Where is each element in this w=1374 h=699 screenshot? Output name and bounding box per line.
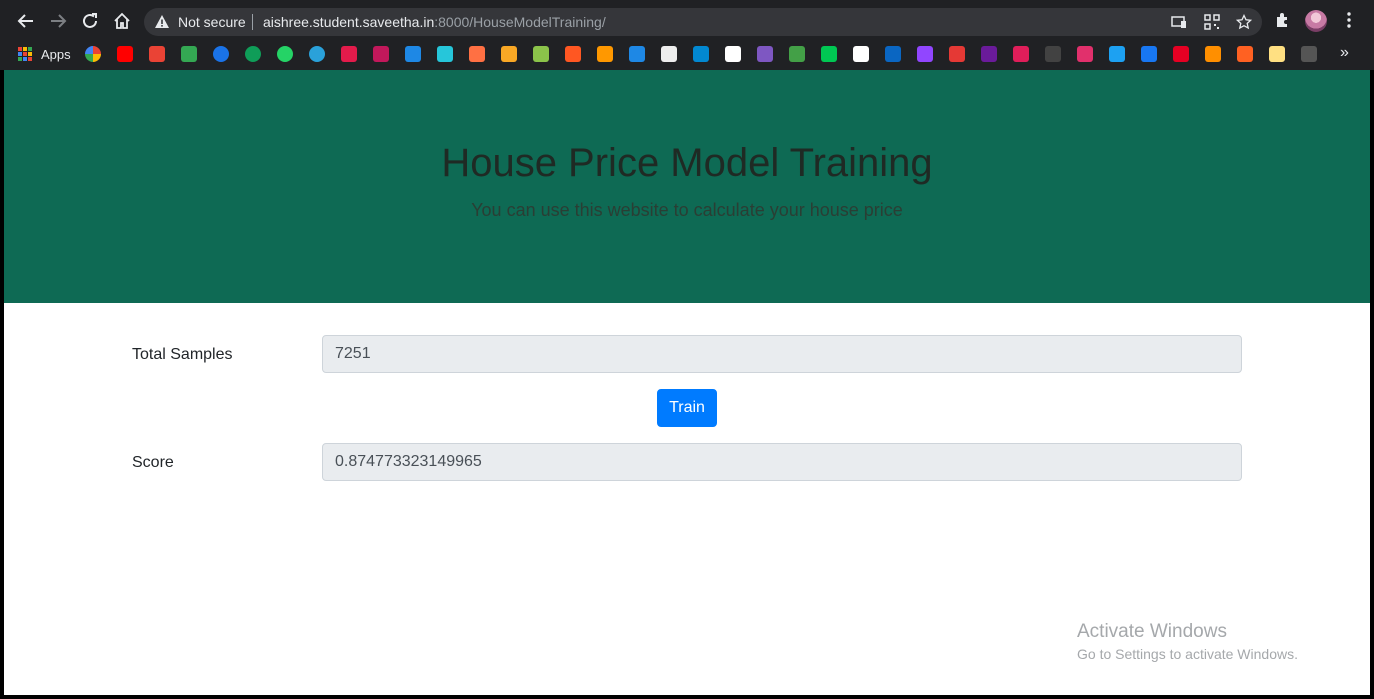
drive-icon[interactable] [181,46,197,62]
extensions-icon[interactable] [1274,11,1294,31]
cloud-icon[interactable] [853,46,869,62]
pencil-icon[interactable] [1269,46,1285,62]
menu-icon[interactable] [1340,11,1360,31]
bookmarks-bar [0,42,1374,70]
home-icon[interactable] [112,11,132,31]
facebook-icon[interactable] [1141,46,1157,62]
forward-icon[interactable] [48,11,68,31]
cast-icon[interactable] [1171,14,1187,30]
slack-icon[interactable] [1013,46,1029,62]
train-button[interactable]: Train [657,389,717,427]
url-text[interactable]: aishree.student.saveetha.in:8000/HouseMo… [263,14,606,30]
linkedin-icon[interactable] [885,46,901,62]
warning-icon[interactable] [154,14,170,30]
whatsapp-icon[interactable] [277,46,293,62]
heart-icon[interactable] [757,46,773,62]
chart-icon[interactable] [661,46,677,62]
s-icon[interactable] [565,46,581,62]
u-icon[interactable] [373,46,389,62]
url-host: aishree.student.saveetha.in [263,14,435,30]
w-icon[interactable] [437,46,453,62]
address-bar[interactable]: Not secure aishree.student.saveetha.in:8… [144,8,1262,36]
qr-code-icon[interactable] [1204,14,1220,30]
total-samples-field[interactable]: 7251 [322,335,1242,373]
total-samples-label: Total Samples [132,346,233,363]
code-icon[interactable] [789,46,805,62]
github-icon[interactable] [1301,46,1317,62]
google-icon[interactable] [85,46,101,62]
separator [252,14,253,30]
x-icon[interactable] [725,46,741,62]
k-icon[interactable] [629,46,645,62]
telegram-icon[interactable] [309,46,325,62]
play-icon[interactable] [693,46,709,62]
page-subtitle: You can use this website to calculate yo… [471,200,903,220]
avatar[interactable] [1305,10,1327,32]
flame-icon[interactable] [469,46,485,62]
page-title: House Price Model Training [441,141,933,185]
meet-icon[interactable] [213,46,229,62]
window-border [0,695,1374,699]
instagram-icon[interactable] [1077,46,1093,62]
activate-windows-subtitle: Go to Settings to activate Windows. [1077,646,1298,662]
apps-icon[interactable] [18,47,32,61]
bookmarks-more-icon[interactable]: » [1340,44,1349,62]
wattpad-icon[interactable] [1237,46,1253,62]
p-icon[interactable] [981,46,997,62]
blogger-icon[interactable] [1205,46,1221,62]
hangouts-icon[interactable] [245,46,261,62]
page-content: House Price Model Training You can use t… [4,70,1370,695]
hero-banner: House Price Model Training You can use t… [4,70,1370,303]
hh-icon[interactable] [821,46,837,62]
url-path: :8000/HouseModelTraining/ [434,14,606,30]
cube-icon[interactable] [597,46,613,62]
twitch-icon[interactable] [917,46,933,62]
apps-label[interactable]: Apps [41,47,71,62]
browser-toolbar: Not secure aishree.student.saveetha.in:8… [0,0,1374,42]
gmail-icon[interactable] [149,46,165,62]
grid-icon[interactable] [1045,46,1061,62]
calendar-icon[interactable] [949,46,965,62]
score-label: Score [132,454,174,471]
score-field[interactable]: 0.874773323149965 [322,443,1242,481]
twitter-icon[interactable] [1109,46,1125,62]
e-icon[interactable] [501,46,517,62]
mountain-icon[interactable] [533,46,549,62]
youtube-icon[interactable] [117,46,133,62]
star-icon[interactable] [1235,13,1253,30]
reload-icon[interactable] [80,11,100,31]
pinterest-icon[interactable] [1173,46,1189,62]
m-icon[interactable] [341,46,357,62]
security-label[interactable]: Not secure [178,14,246,30]
g-icon[interactable] [405,46,421,62]
back-icon[interactable] [16,11,36,31]
activate-windows-title: Activate Windows [1077,621,1227,642]
